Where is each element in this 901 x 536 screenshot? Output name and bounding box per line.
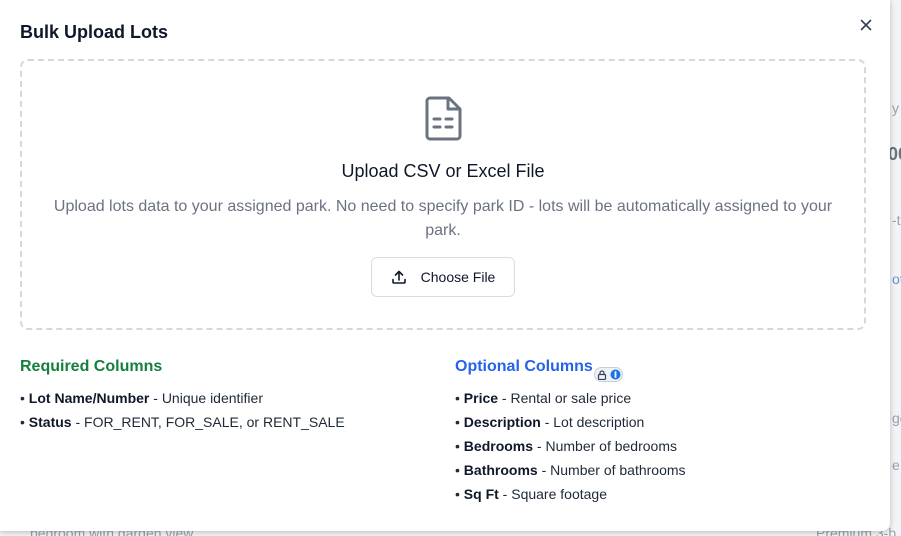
- list-item: • Price - Rental or sale price: [455, 390, 632, 406]
- file-dropzone[interactable]: Upload CSV or Excel File Upload lots dat…: [20, 59, 866, 330]
- close-button[interactable]: [856, 15, 876, 35]
- required-columns-list: • Lot Name/Number - Unique identifier • …: [20, 386, 345, 434]
- column-name: Status: [28, 414, 72, 430]
- column-description: - Lot description: [540, 414, 645, 430]
- column-description: - Rental or sale price: [498, 390, 632, 406]
- upload-heading: Upload CSV or Excel File: [341, 161, 545, 181]
- column-name: Bathrooms: [463, 462, 538, 478]
- column-description: - Square footage: [498, 486, 607, 502]
- list-item: • Lot Name/Number - Unique identifier: [20, 390, 263, 406]
- background-text: -t: [892, 212, 901, 228]
- column-name: Description: [463, 414, 541, 430]
- list-item: • Description - Lot description: [455, 414, 645, 430]
- column-name: Bedrooms: [463, 438, 534, 454]
- list-item: • Bedrooms - Number of bedrooms: [455, 438, 677, 454]
- column-description: - Number of bedrooms: [533, 438, 677, 454]
- lock-icon: [597, 369, 606, 380]
- choose-file-label: Choose File: [420, 269, 496, 285]
- upload-description: Upload lots data to your assigned park. …: [53, 198, 833, 239]
- background-text: ot: [892, 271, 901, 287]
- list-item: • Sq Ft - Square footage: [455, 486, 607, 502]
- password-manager-icon: [610, 369, 620, 380]
- close-icon: [860, 19, 872, 31]
- optional-columns-list: • Price - Rental or sale price • Descrip…: [455, 386, 686, 506]
- optional-columns-section: Optional Columns • Price - Rental or sal…: [455, 358, 686, 506]
- list-item: • Status - FOR_RENT, FOR_SALE, or RENT_S…: [20, 414, 345, 430]
- password-manager-badge[interactable]: [594, 367, 623, 382]
- choose-file-button[interactable]: Choose File: [371, 257, 515, 297]
- column-description: - Number of bathrooms: [537, 462, 686, 478]
- background-text: e: [892, 457, 900, 473]
- background-text: y: [892, 100, 899, 116]
- upload-icon: [391, 270, 406, 284]
- column-description: - Unique identifier: [149, 390, 263, 406]
- file-spreadsheet-icon: [425, 96, 462, 141]
- bulk-upload-modal: Bulk Upload Lots Upload CSV or Excel Fil…: [0, 0, 890, 531]
- column-name: Price: [463, 390, 499, 406]
- column-description: - FOR_RENT, FOR_SALE, or RENT_SALE: [71, 414, 345, 430]
- optional-columns-heading: Optional Columns: [455, 358, 593, 375]
- required-columns-heading: Required Columns: [20, 358, 163, 375]
- list-item: • Bathrooms - Number of bathrooms: [455, 462, 686, 478]
- modal-title: Bulk Upload Lots: [20, 22, 168, 42]
- column-name: Sq Ft: [463, 486, 499, 502]
- column-name: Lot Name/Number: [28, 390, 150, 406]
- background-text: ge: [892, 410, 901, 426]
- required-columns-section: Required Columns • Lot Name/Number - Uni…: [20, 358, 345, 434]
